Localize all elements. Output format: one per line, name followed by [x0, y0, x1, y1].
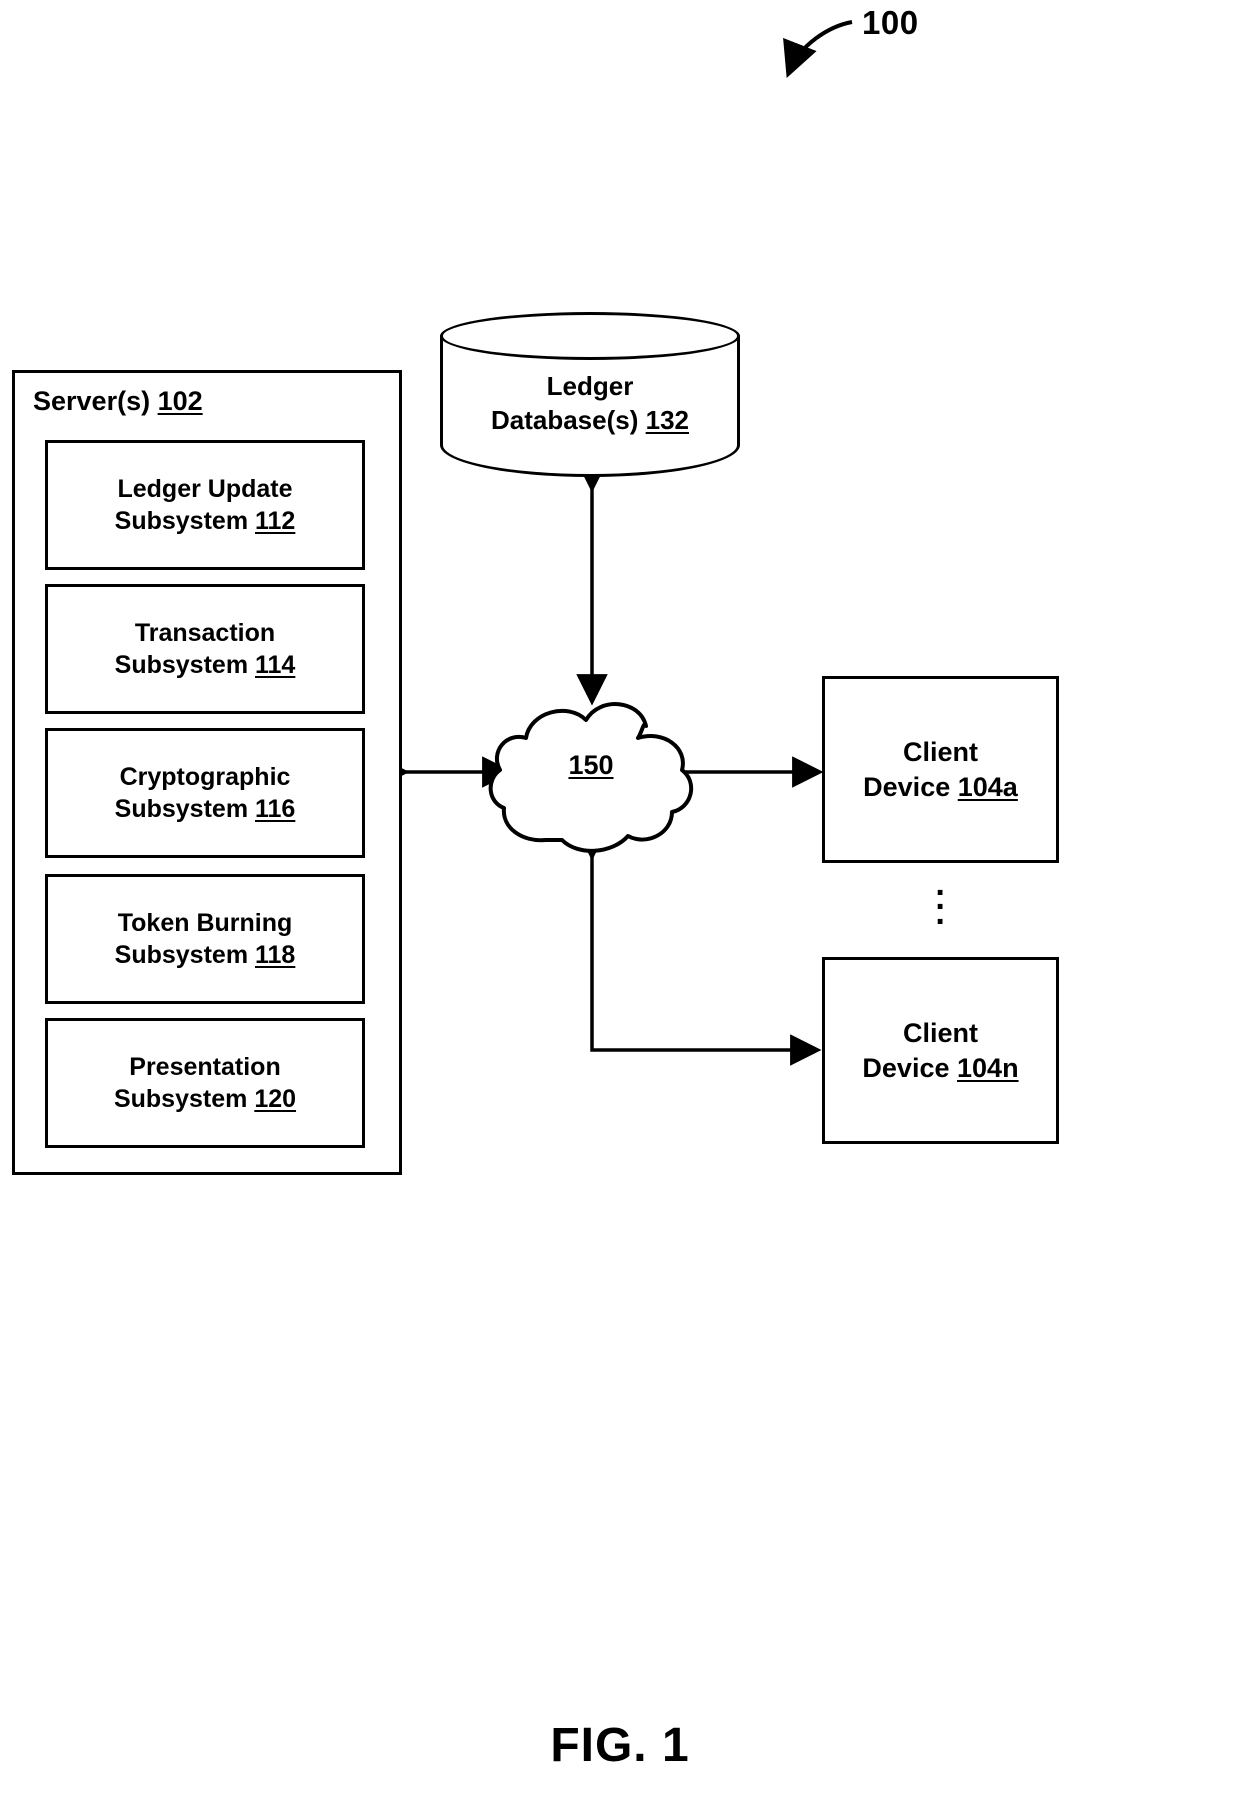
- subsystem-ref: 116: [255, 795, 296, 823]
- subsystem-line1: Presentation: [129, 1053, 281, 1081]
- server-title: Server(s) 102: [33, 386, 203, 417]
- subsystem-ref: 118: [255, 941, 296, 969]
- subsystem-ledger-update: Ledger Update Subsystem 112: [45, 440, 365, 570]
- subsystem-transaction: Transaction Subsystem 114: [45, 584, 365, 714]
- subsystem-line1: Transaction: [134, 619, 276, 647]
- client-ref: 104a: [957, 771, 1018, 802]
- database-line2-text: Database(s): [490, 404, 639, 435]
- subsystem-line2-text: Subsystem: [114, 651, 249, 679]
- subsystem-line2-text: Subsystem: [114, 795, 249, 823]
- database-cylinder-top: [440, 312, 740, 360]
- subsystem-line2: Subsystem 112: [115, 505, 296, 537]
- subsystem-ref: 114: [255, 651, 296, 679]
- server-title-text: Server(s): [33, 386, 151, 416]
- figure-caption: FIG. 1: [550, 1719, 690, 1772]
- vertical-ellipsis-icon: · · ·: [934, 876, 948, 941]
- database-ref: 132: [645, 404, 690, 435]
- network-ref: 150: [568, 750, 614, 780]
- subsystem-line2: Subsystem 120: [114, 1083, 296, 1115]
- subsystem-ref: 112: [255, 507, 296, 535]
- subsystem-line2-text: Subsystem: [114, 941, 249, 969]
- subsystem-ref: 120: [254, 1085, 297, 1113]
- subsystem-line2: Subsystem 116: [115, 793, 296, 825]
- subsystem-presentation: Presentation Subsystem 120: [45, 1018, 365, 1148]
- client-line2: Device 104n: [862, 1051, 1018, 1086]
- database-line2: Database(s) 132: [440, 404, 740, 438]
- patent-figure-page: cloud (vertical, double headed) --> clou…: [0, 0, 1240, 1815]
- subsystem-line1: Ledger Update: [117, 475, 293, 503]
- database-label: Ledger Database(s) 132: [440, 370, 740, 438]
- network-label: 150: [482, 750, 700, 781]
- client-line1: Client: [902, 1017, 978, 1048]
- figure-reference-number: 100: [862, 4, 919, 41]
- subsystem-cryptographic: Cryptographic Subsystem 116: [45, 728, 365, 858]
- subsystem-line2: Subsystem 118: [115, 939, 296, 971]
- client-ref: 104n: [957, 1052, 1019, 1083]
- subsystem-line2-text: Subsystem: [114, 507, 249, 535]
- client-line2-text: Device: [862, 1052, 950, 1083]
- callout-arrow: [783, 20, 853, 78]
- subsystem-line2-text: Subsystem: [113, 1085, 248, 1113]
- client-line2-text: Device: [863, 771, 951, 802]
- ellipsis-dot: ·: [935, 902, 947, 941]
- subsystem-token-burning: Token Burning Subsystem 118: [45, 874, 365, 1004]
- subsystem-line1: Cryptographic: [119, 763, 291, 791]
- arrow-cloud-client-n: [576, 829, 822, 1066]
- network-cloud: 150: [482, 690, 700, 860]
- ledger-database-cylinder: Ledger Database(s) 132: [440, 312, 740, 477]
- client-device-104n: Client Device 104n: [822, 957, 1059, 1144]
- subsystem-line2: Subsystem 114: [115, 649, 296, 681]
- database-line1: Ledger: [546, 371, 634, 401]
- subsystem-line1: Token Burning: [117, 909, 293, 937]
- server-title-ref: 102: [157, 386, 203, 416]
- client-device-104a: Client Device 104a: [822, 676, 1059, 863]
- client-line1: Client: [902, 736, 978, 767]
- client-line2: Device 104a: [863, 770, 1018, 805]
